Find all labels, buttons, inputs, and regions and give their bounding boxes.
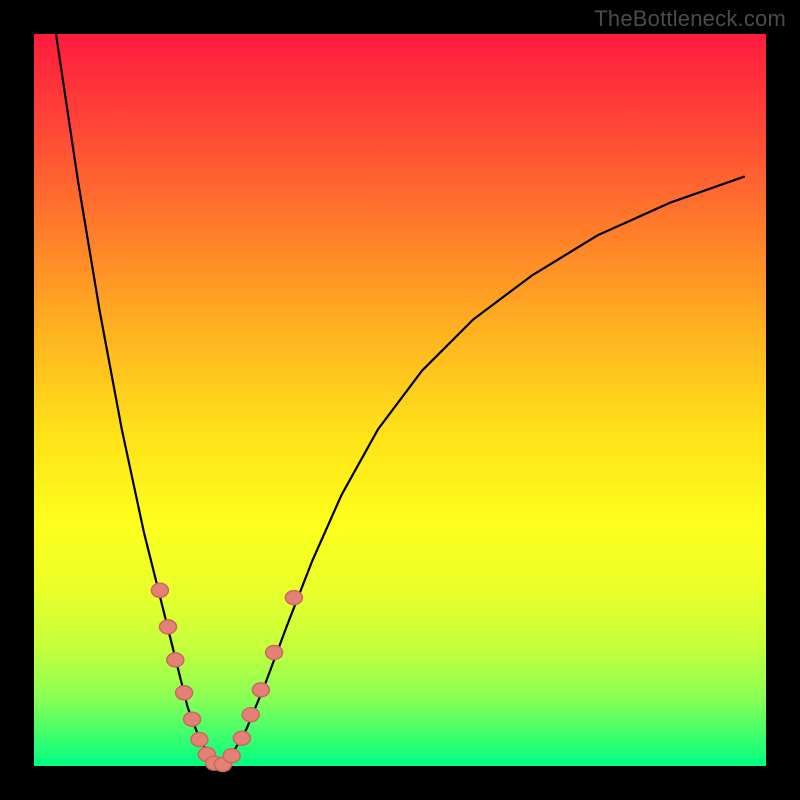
marker-dot	[266, 646, 283, 660]
curve-svg	[34, 34, 766, 766]
marker-dot	[191, 733, 208, 747]
chart-frame: TheBottleneck.com	[0, 0, 800, 800]
curve-right	[217, 177, 744, 766]
marker-dot	[176, 686, 193, 700]
marker-dot	[285, 591, 302, 605]
marker-dot	[160, 620, 177, 634]
curve-left	[56, 34, 217, 766]
marker-dot	[233, 731, 250, 745]
marker-dot	[167, 653, 184, 667]
marker-dot	[184, 712, 201, 726]
marker-dot	[242, 708, 259, 722]
marker-dot	[223, 749, 240, 763]
marker-group	[151, 583, 302, 771]
watermark-text: TheBottleneck.com	[594, 6, 786, 32]
marker-dot	[151, 583, 168, 597]
plot-area	[34, 34, 766, 766]
marker-dot	[252, 683, 269, 697]
